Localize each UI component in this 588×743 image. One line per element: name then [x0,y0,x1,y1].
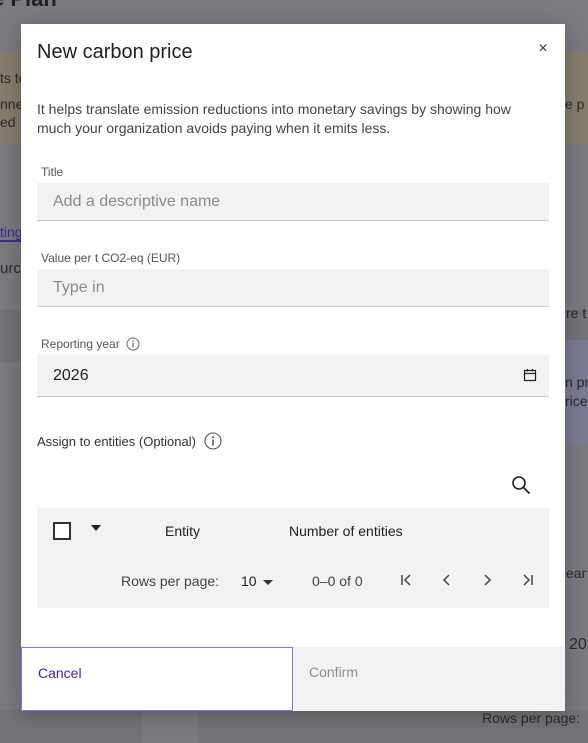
title-field-label: Title [41,165,63,179]
dialog-title: New carbon price [37,41,193,63]
background-panel [565,340,588,444]
value-label-text: Value per t CO2-eq (EUR) [41,251,181,265]
search-icon[interactable] [511,475,531,495]
background-text: 20 [569,636,587,653]
rows-per-page-label: Rows per page: [121,573,220,589]
info-icon[interactable] [204,432,222,450]
column-header-entity[interactable]: Entity [165,508,200,554]
value-input[interactable] [53,278,549,297]
background-text: rice [565,393,588,409]
year-label-text: Reporting year [41,337,120,351]
last-page-icon[interactable] [518,571,536,589]
first-page-icon[interactable] [398,571,416,589]
new-carbon-price-dialog: New carbon price × It helps translate em… [21,24,565,711]
table-pagination: Rows per page: 10 0–0 of 0 [37,554,549,608]
value-field[interactable] [37,269,549,307]
cancel-button[interactable]: Cancel [21,647,293,711]
assign-label-text: Assign to entities (Optional) [37,433,196,449]
title-field[interactable] [37,183,549,221]
year-field-label: Reporting year [41,337,140,351]
background-tab-indicator [0,240,22,242]
next-page-icon[interactable] [478,571,496,589]
background-text: re t [566,305,587,321]
background-page-title: e Plan [0,0,57,12]
background-rows-per-page: Rows per page: [482,710,581,726]
select-all-checkbox[interactable] [53,522,71,540]
rows-per-page-select[interactable]: 10 [241,573,257,589]
chevron-down-icon[interactable] [263,580,273,585]
background-banner-text: e p [565,96,585,112]
column-header-number-of-entities[interactable]: Number of entities [289,508,403,554]
dialog-description: It helps translate emission reductions i… [37,101,511,136]
calendar-icon[interactable] [523,368,537,382]
background-tab: ting [0,224,23,240]
value-field-label: Value per t CO2-eq (EUR) [41,251,180,265]
pagination-range: 0–0 of 0 [312,573,363,589]
background-text: n pr [565,374,588,390]
confirm-button[interactable]: Confirm [293,647,565,711]
background-block [143,710,199,743]
background-text: ear [566,565,587,581]
background-banner-text: nne [0,96,24,112]
title-input[interactable] [53,192,549,211]
reporting-year-field[interactable]: 2026 [37,355,549,397]
title-label-text: Title [41,165,64,179]
previous-page-icon[interactable] [438,571,456,589]
entities-table: Entity Number of entities Rows per page:… [37,508,549,608]
chevron-down-icon[interactable] [91,525,101,531]
assign-entities-label: Assign to entities (Optional) [37,432,222,450]
close-button[interactable]: × [533,39,553,59]
info-icon[interactable] [126,337,140,351]
reporting-year-value: 2026 [53,366,89,384]
close-icon: × [538,40,548,57]
background-banner-text: ed [0,114,16,130]
